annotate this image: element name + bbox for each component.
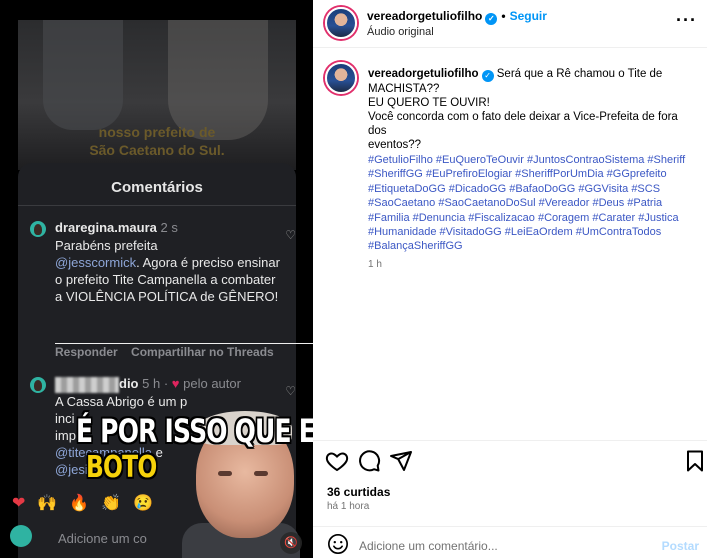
reply-label: Responder [55, 345, 118, 359]
post-header: vereadorgetuliofilho ✓ • Seguir Áudio origi… [313, 0, 707, 48]
person-silhouette [168, 20, 268, 140]
hashtags-text[interactable]: #GetulioFilho #EuQueroTeOuvir #JuntosCon… [368, 154, 685, 252]
video-caption-line: São Caetano do Sul. [89, 142, 225, 158]
heart-outline-icon: ♡ [285, 228, 296, 242]
verified-badge-icon: ✓ [485, 13, 498, 25]
mute-icon[interactable]: 🔇 [280, 532, 302, 554]
overlay-caption-line2: BOTO [86, 450, 157, 485]
more-options-icon[interactable]: ··· [676, 10, 697, 31]
post-media[interactable]: nosso prefeito de São Caetano do Sul. Co… [0, 0, 313, 558]
caption-username[interactable]: vereadorgetuliofilho [368, 68, 479, 80]
post-details: vereadorgetuliofilho ✓ • Seguir Áudio origi… [313, 0, 707, 558]
comment-text-part: Parabéns prefeita [55, 238, 158, 253]
mention-link: @jes [55, 462, 85, 477]
caption-text: Você concorda com o fato dele deixar a V… [368, 111, 678, 137]
posted-time: há 1 hora [327, 501, 370, 512]
divider [18, 205, 296, 206]
comment-text-part: A Cassa Abrigo é um p [55, 394, 188, 409]
emoji-heart: ❤ [12, 495, 26, 512]
emoji-clap: 👏 [101, 495, 122, 512]
avatar [28, 375, 48, 395]
emoji-crying: 😢 [133, 495, 154, 512]
header-username[interactable]: vereadorgetuliofilho [367, 9, 482, 23]
post-comment-button[interactable]: Postar [662, 539, 699, 553]
post-actions: 36 curtidas há 1 hora Adicione um coment… [313, 440, 707, 558]
profile-avatar[interactable] [325, 7, 357, 39]
post-caption-area: vereadorgetuliofilho ✓ Será que a Rê cham… [313, 52, 707, 442]
comment-icon[interactable] [357, 449, 381, 473]
comments-title: Comentários [111, 179, 203, 196]
caption-text: MACHISTA?? [368, 83, 440, 95]
verified-badge-icon: ✓ [481, 70, 494, 82]
caption-text: EU QUERO TE OUVIR! [368, 97, 490, 109]
caption-text: eventos?? [368, 139, 422, 151]
video-frame: nosso prefeito de São Caetano do Sul. [18, 20, 296, 170]
blurred-username [55, 376, 119, 393]
post-caption: vereadorgetuliofilho ✓ Será que a Rê cham… [368, 67, 696, 152]
mention-link: @jesscormick [55, 255, 137, 270]
heart-icon[interactable] [325, 449, 349, 473]
share-threads-label: Compartilhar no Threads [131, 345, 274, 359]
add-comment-bar: Adicione um comentário... Postar [313, 526, 707, 558]
video-add-comment: Adicione um co [10, 525, 180, 553]
comment-text: Parabéns prefeita @jesscormick. Agora é … [55, 237, 280, 305]
emoji-raised-hands: 🙌 [37, 495, 58, 512]
avatar [10, 525, 32, 547]
overlay-caption-line1: É POR ISSO QUE EU [76, 412, 313, 450]
liked-heart-icon: ♥ [171, 376, 180, 391]
comment-username: draregina.maura [55, 220, 157, 235]
comment-time: 5 h [142, 376, 161, 391]
comment-time: 2 s [160, 220, 178, 235]
emoji-fire: 🔥 [69, 495, 90, 512]
emoji-icon[interactable] [327, 533, 349, 555]
bookmark-icon[interactable] [683, 449, 707, 473]
comment-text-part: inci [55, 411, 75, 426]
avatar [28, 219, 48, 239]
follow-button[interactable]: Seguir [510, 9, 547, 23]
speaker-overlay-image [182, 383, 300, 558]
video-caption-line: nosso prefeito de [98, 124, 216, 140]
caption-time: 1 h [368, 259, 382, 270]
profile-avatar[interactable] [325, 62, 357, 94]
caption-text: Será que a Rê chamou o Tite de [496, 68, 663, 80]
hashtag-list[interactable]: #GetulioFilho #EuQueroTeOuvir #JuntosCon… [368, 153, 698, 254]
person-silhouette [43, 20, 123, 130]
likes-count[interactable]: 36 curtidas [327, 485, 390, 499]
original-audio-link[interactable]: Áudio original [367, 26, 434, 38]
video-add-comment-placeholder: Adicione um co [58, 531, 147, 546]
comment-text-part: imp [55, 428, 76, 443]
comment-input[interactable]: Adicione um comentário... [359, 539, 498, 553]
share-icon[interactable] [389, 449, 413, 473]
comment-username-suffix: dio [119, 376, 139, 391]
